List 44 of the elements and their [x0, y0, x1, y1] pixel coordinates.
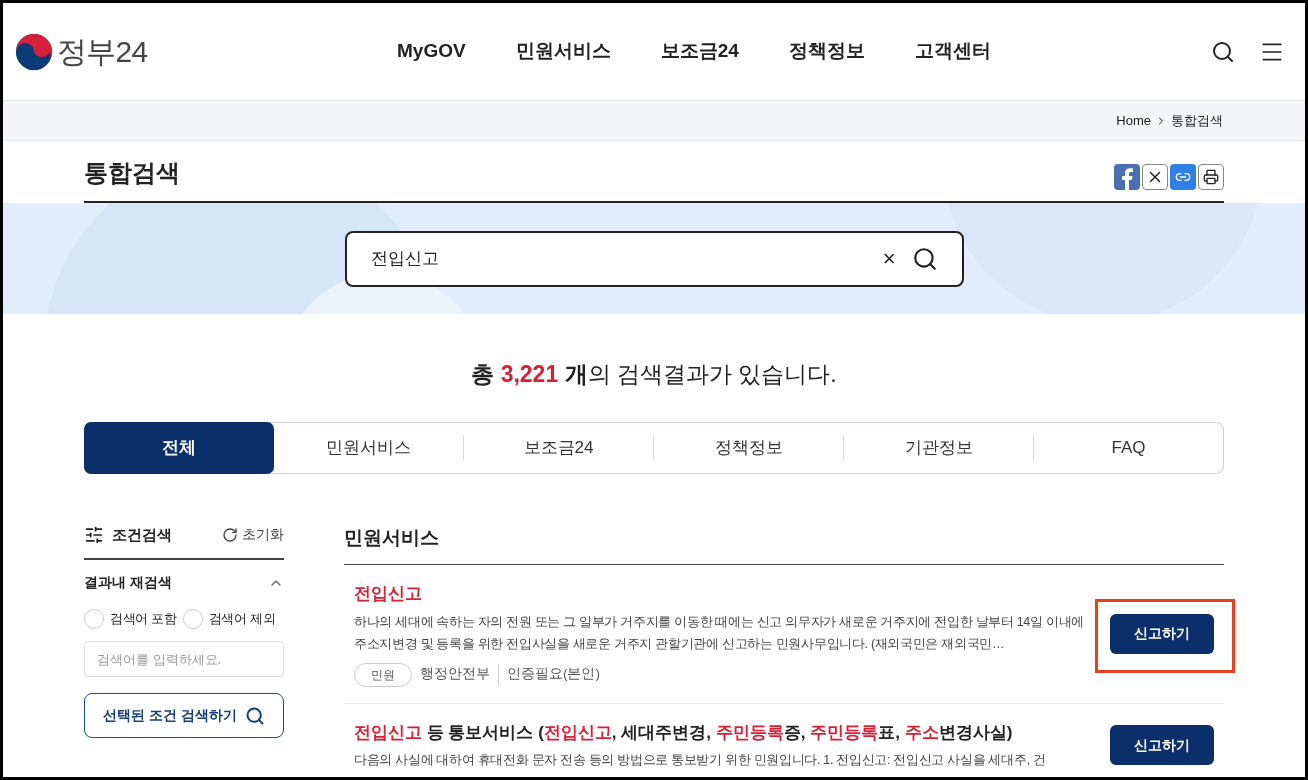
category-tab[interactable]: 기관정보	[843, 422, 1033, 473]
section-heading: 민원서비스	[344, 523, 1224, 565]
category-tab[interactable]: FAQ	[1033, 422, 1223, 473]
nav-link[interactable]: 보조금24	[660, 37, 739, 66]
result-description: 다음의 사실에 대하여 휴대전화 문자 전송 등의 방법으로 통보받기 위한 민원입니다. 1. 전입신고: 전입신고 사실을 세대주, 건	[354, 752, 1047, 769]
breadcrumb-link[interactable]: 통합검색	[1171, 110, 1223, 131]
nav-link[interactable]: 민원서비스	[515, 37, 611, 66]
result-title[interactable]: 전입신고 등 통보서비스 (전입신고, 세대주변경, 주민등록증, 주민등록표, 주소변경사실)	[354, 719, 1086, 745]
section-title: 결과내 재검색	[84, 573, 172, 592]
result-description: 하나의 세대에 속하는 자의 전원 또는 그 일부가 거주지를 이동한 때에는 신고 의무자가 새로운 거주지에 전입한 날부터 14일 이내에 주소지변경 및 등록을 위한 전입사실을 새로운 거주지 관할기관에 신고하는 민원사무입니다. (재외국민은 재외국민…	[354, 613, 1085, 653]
facebook-icon[interactable]	[1114, 164, 1140, 190]
condition-search-button[interactable]: 선택된 조건 검색하기	[84, 693, 284, 738]
nav-link[interactable]: MyGOV	[397, 37, 466, 66]
category-tab[interactable]: 보조금24	[463, 422, 653, 473]
report-button[interactable]: 신고하기	[1110, 725, 1214, 766]
breadcrumb-link[interactable]: Home	[1116, 110, 1151, 131]
radio-option[interactable]: 검색어 포함	[84, 609, 177, 629]
keyword-input[interactable]: 검색어를 입력하세요.	[84, 641, 284, 677]
search-field[interactable]: 전입신고 ×	[344, 230, 964, 287]
radio-option[interactable]: 검색어 제외	[182, 609, 276, 629]
site-logo-text[interactable]: 정부24	[57, 29, 148, 74]
result-summary: 총 3,221 개의 검색결과가 있습니다.	[470, 360, 838, 389]
x-share-icon[interactable]	[1142, 164, 1168, 190]
result-meta: 인증필요(본인)	[498, 664, 600, 685]
clear-button[interactable]: ×	[882, 247, 896, 270]
result-meta: 행정안전부	[420, 665, 490, 684]
refresh-icon	[222, 526, 238, 543]
nav-link[interactable]: 정책정보	[788, 37, 865, 66]
filter-title: 조건검색	[112, 524, 172, 545]
link-icon[interactable]	[1170, 164, 1196, 190]
report-button[interactable]: 신고하기	[1110, 613, 1214, 654]
category-tab[interactable]: 전체	[84, 421, 274, 474]
nav-link[interactable]: 고객센터	[914, 37, 991, 66]
page-title: 통합검색	[84, 158, 180, 188]
category-tab[interactable]: 정책정보	[653, 422, 843, 473]
filter-icon	[84, 524, 104, 545]
result-title[interactable]: 전입신고	[354, 581, 1086, 607]
reset-button[interactable]: 초기화	[222, 524, 284, 546]
emblem-icon	[15, 32, 53, 71]
category-tab[interactable]: 민원서비스	[273, 422, 463, 473]
search-icon[interactable]	[1211, 39, 1235, 64]
print-icon[interactable]	[1198, 164, 1224, 190]
search-icon[interactable]	[911, 245, 938, 272]
search-icon	[244, 705, 265, 726]
